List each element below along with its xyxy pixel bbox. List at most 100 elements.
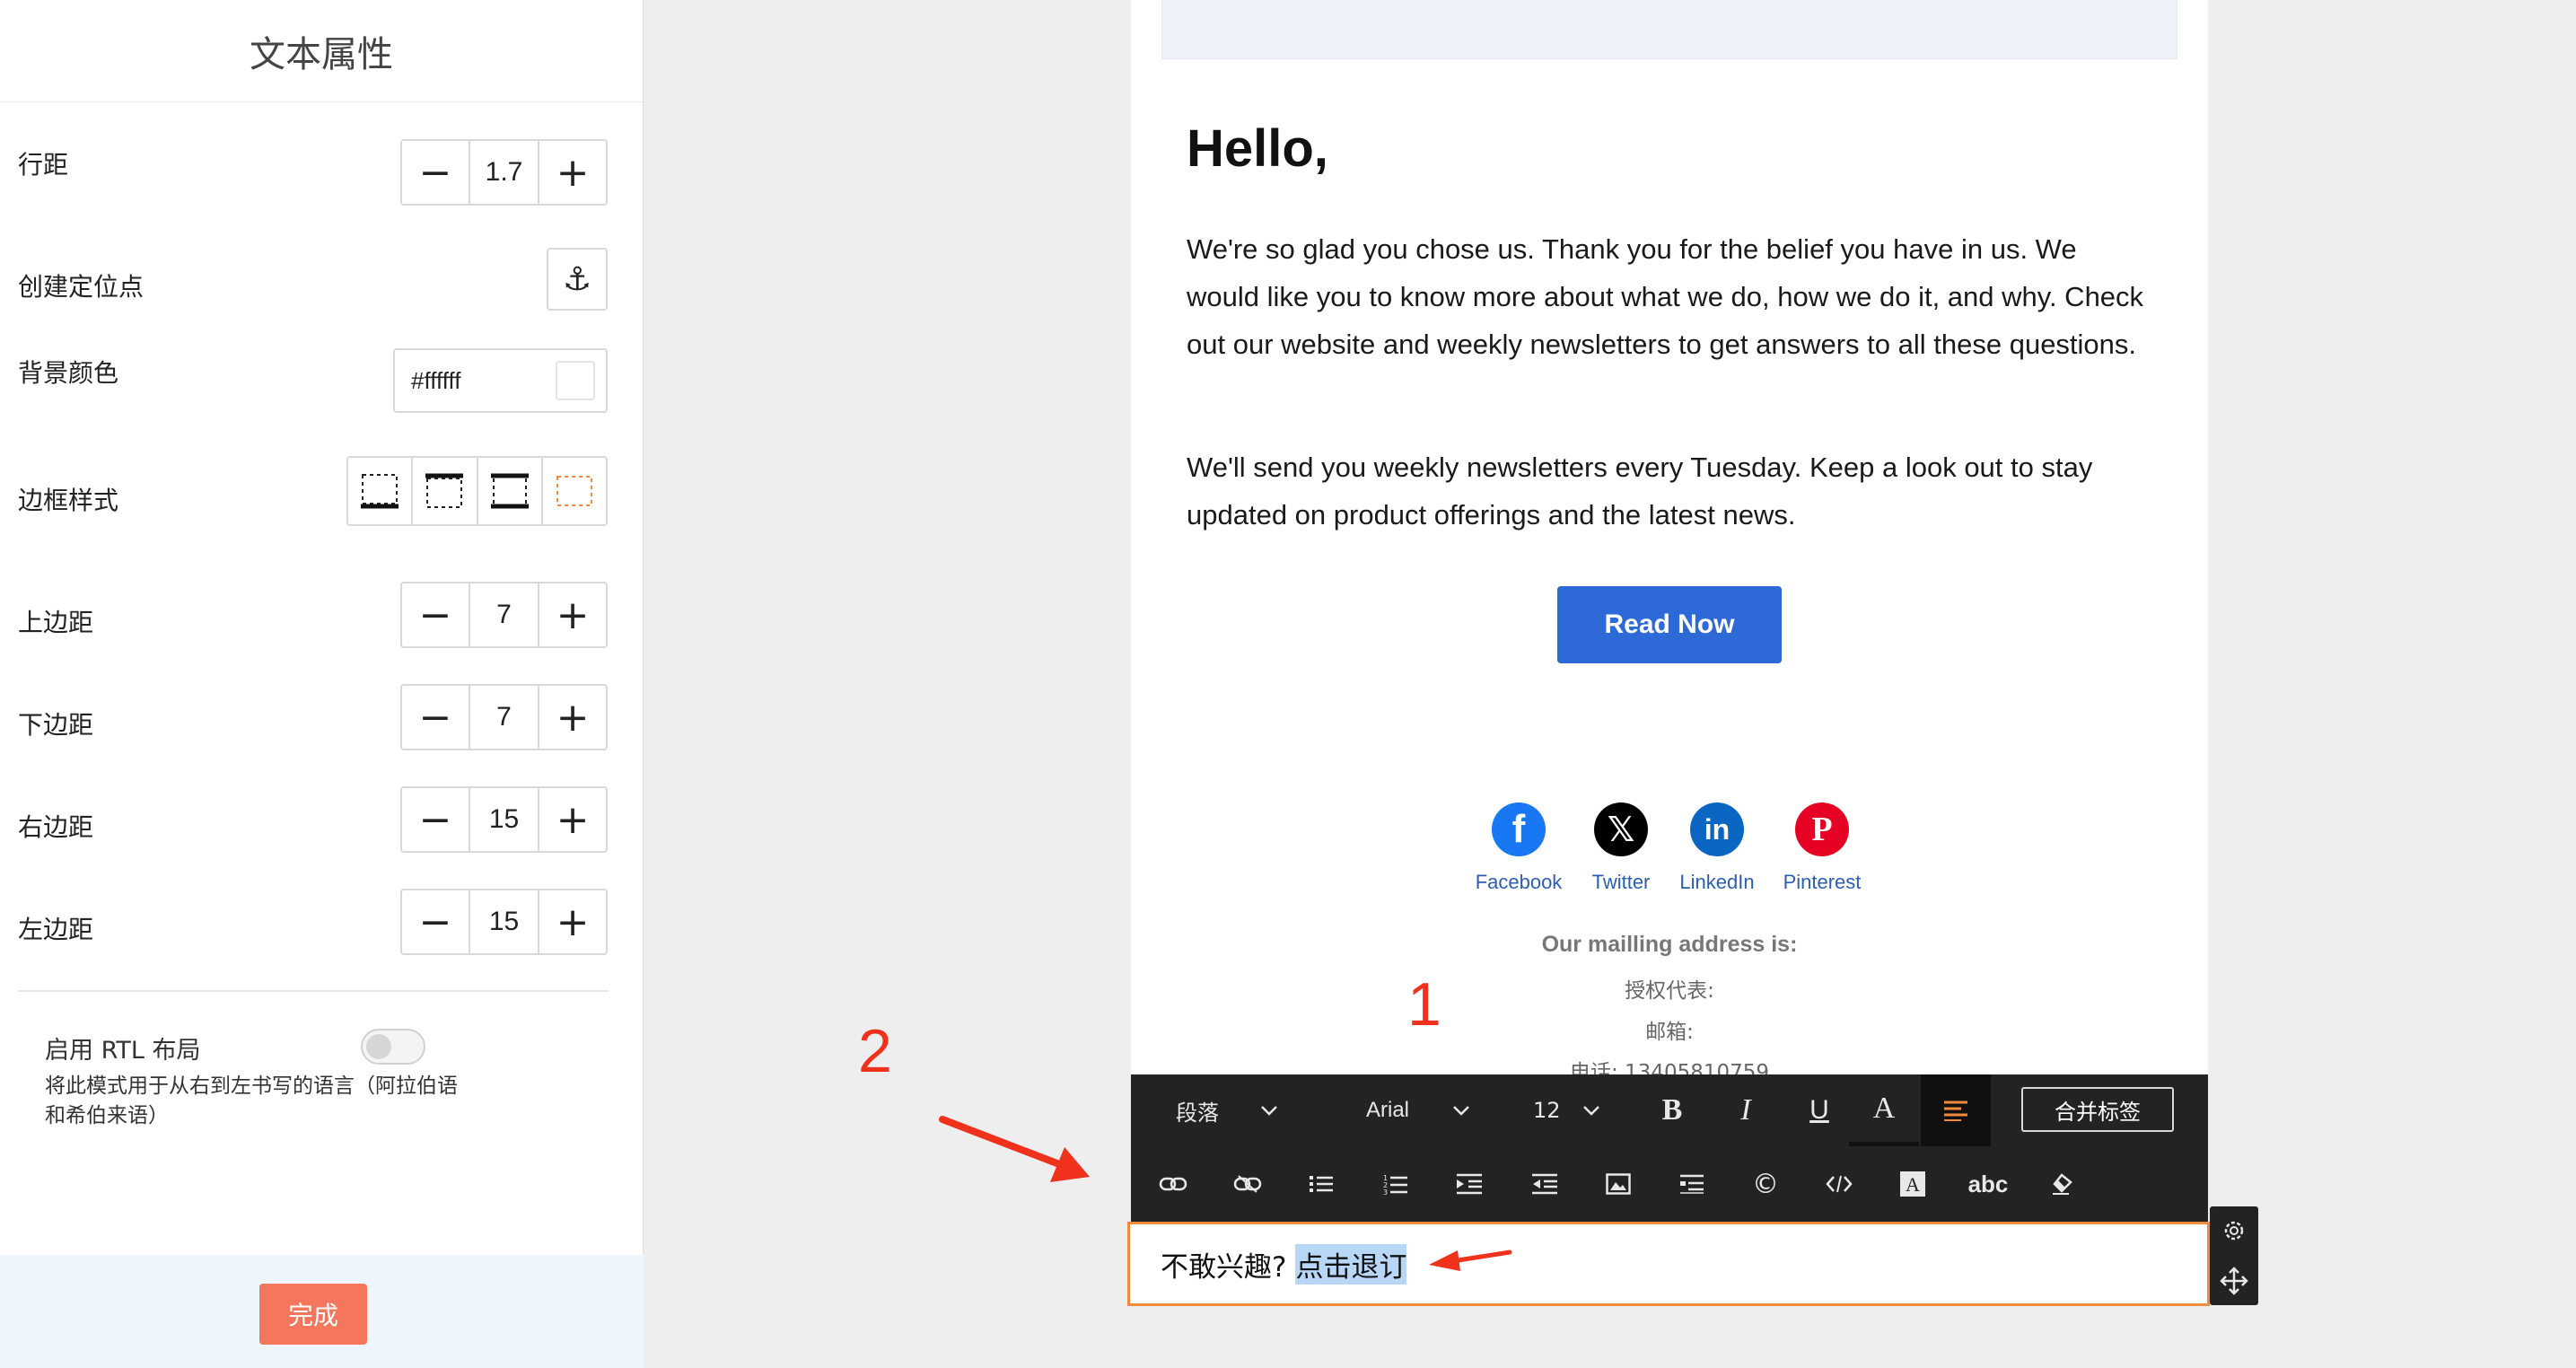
social-linkedin[interactable]: in LinkedIn: [1663, 802, 1771, 894]
underline-button[interactable]: U: [1793, 1091, 1845, 1130]
chevron-down-icon: [1261, 1106, 1277, 1116]
bullet-list-icon: [1310, 1176, 1333, 1192]
rtl-layout-label: 启用 RTL 布局: [45, 1037, 201, 1065]
padding-bottom-increase-button[interactable]: +: [539, 686, 606, 749]
email-paragraph-2[interactable]: We'll send you weekly newsletters every …: [1187, 443, 2156, 539]
padding-left-value[interactable]: 15: [469, 890, 539, 953]
padding-right-increase-button[interactable]: +: [539, 788, 606, 851]
border-style-bottom-option[interactable]: [348, 458, 414, 524]
background-color-input[interactable]: #ffffff: [393, 348, 608, 413]
italic-button[interactable]: I: [1720, 1091, 1772, 1130]
anchor-icon: ⚓: [562, 260, 592, 298]
strikethrough-button[interactable]: abc: [1957, 1166, 2020, 1202]
line-height-increase-button[interactable]: +: [539, 141, 606, 204]
clear-format-button[interactable]: [2039, 1166, 2084, 1202]
gear-icon: [2224, 1221, 2244, 1241]
source-code-button[interactable]: [1817, 1166, 1862, 1202]
padding-left-decrease-button[interactable]: −: [402, 890, 469, 953]
padding-right-decrease-button[interactable]: −: [402, 788, 469, 851]
social-pinterest[interactable]: P Pinterest: [1768, 802, 1876, 894]
padding-top-decrease-button[interactable]: −: [402, 583, 469, 646]
block-move-handle[interactable]: [2210, 1257, 2258, 1305]
line-height-value[interactable]: 1.7: [469, 141, 539, 204]
outdent-button[interactable]: [1522, 1166, 1567, 1202]
social-facebook[interactable]: f Facebook: [1465, 802, 1573, 894]
chevron-down-icon: [1453, 1106, 1469, 1116]
padding-bottom-decrease-button[interactable]: −: [402, 686, 469, 749]
clear-format-icon: [2053, 1173, 2072, 1195]
svg-text:A: A: [1906, 1173, 1920, 1196]
svg-text:3: 3: [1383, 1188, 1388, 1195]
align-left-button[interactable]: [1921, 1074, 1991, 1146]
padding-bottom-stepper: − 7 +: [400, 684, 608, 750]
padding-right-value[interactable]: 15: [469, 788, 539, 851]
indent-button[interactable]: [1447, 1166, 1492, 1202]
padding-bottom-value[interactable]: 7: [469, 686, 539, 749]
rtl-layout-toggle[interactable]: [361, 1029, 425, 1065]
toolbar-row-insert: 123 © A abc: [1131, 1146, 2208, 1222]
email-heading[interactable]: Hello,: [1187, 118, 1328, 179]
special-list-button[interactable]: [1669, 1166, 1714, 1202]
insert-image-button[interactable]: [1596, 1166, 1641, 1202]
padding-top-increase-button[interactable]: +: [539, 583, 606, 646]
create-anchor-label: 创建定位点: [18, 272, 145, 302]
social-label-linkedin: LinkedIn: [1679, 871, 1755, 893]
address-line-email[interactable]: 邮箱:: [1131, 1014, 2208, 1045]
panel-divider: [18, 990, 609, 992]
padding-left-label: 左边距: [18, 915, 94, 944]
padding-right-label: 右边距: [18, 812, 94, 842]
unlink-icon: [1233, 1175, 1262, 1193]
read-now-button[interactable]: Read Now: [1557, 586, 1782, 663]
border-style-top-option[interactable]: [413, 458, 478, 524]
text-background-icon: A: [1900, 1171, 1925, 1197]
unlink-button[interactable]: [1225, 1166, 1270, 1202]
numbered-list-icon: 123: [1383, 1174, 1407, 1195]
paragraph-format-value: 段落: [1176, 1100, 1219, 1126]
done-button[interactable]: 完成: [259, 1284, 367, 1345]
padding-left-increase-button[interactable]: +: [539, 890, 606, 953]
padding-left-stepper: − 15 +: [400, 889, 608, 955]
email-canvas: Hello, We're so glad you chose us. Thank…: [1131, 0, 2208, 1084]
mailing-address-title[interactable]: Our mailling address is:: [1131, 932, 2208, 958]
indent-icon: [1457, 1173, 1482, 1195]
email-paragraph-1[interactable]: We're so glad you chose us. Thank you fo…: [1187, 225, 2156, 368]
align-left-icon: [1944, 1101, 1967, 1121]
unsubscribe-text-block[interactable]: 不敢兴趣? 点击退订: [1127, 1222, 2210, 1306]
special-list-icon: [1680, 1174, 1704, 1194]
background-color-swatch[interactable]: [556, 361, 595, 400]
font-family-dropdown[interactable]: Arial: [1366, 1092, 1470, 1128]
social-twitter[interactable]: 𝕏 Twitter: [1567, 802, 1675, 894]
line-height-label: 行距: [18, 150, 69, 180]
address-line-representative[interactable]: 授权代表:: [1131, 973, 2208, 1004]
unsubscribe-prompt-text[interactable]: 不敢兴趣?: [1161, 1244, 1286, 1285]
block-settings-button[interactable]: [2210, 1206, 2258, 1255]
border-style-top-bottom-option[interactable]: [478, 458, 543, 524]
border-style-none-option[interactable]: [543, 458, 606, 524]
padding-top-label: 上边距: [18, 608, 94, 637]
social-label-pinterest: Pinterest: [1783, 871, 1862, 893]
background-color-value[interactable]: #ffffff: [411, 367, 460, 395]
bullet-list-button[interactable]: [1299, 1166, 1344, 1202]
move-icon: [2220, 1267, 2248, 1295]
font-size-dropdown[interactable]: 12: [1533, 1092, 1600, 1128]
padding-top-value[interactable]: 7: [469, 583, 539, 646]
header-banner-block[interactable]: [1161, 0, 2177, 59]
insert-link-button[interactable]: [1151, 1166, 1196, 1202]
merge-tags-button[interactable]: 合并标签: [2021, 1087, 2174, 1132]
text-properties-panel: 文本属性 行距 − 1.7 + 创建定位点 ⚓ 背景颜色 #ffffff 边框样…: [0, 0, 644, 1368]
text-color-button[interactable]: A: [1849, 1074, 1919, 1146]
unsubscribe-link-selected-text[interactable]: 点击退订: [1295, 1243, 1407, 1285]
paragraph-format-dropdown[interactable]: 段落: [1176, 1092, 1278, 1128]
special-character-button[interactable]: ©: [1743, 1166, 1788, 1202]
border-top-bottom-icon: [490, 473, 529, 509]
padding-bottom-label: 下边距: [18, 710, 94, 740]
text-background-button[interactable]: A: [1890, 1166, 1935, 1202]
line-height-decrease-button[interactable]: −: [402, 141, 469, 204]
link-icon: [1159, 1177, 1187, 1191]
numbered-list-button[interactable]: 123: [1373, 1166, 1418, 1202]
create-anchor-button[interactable]: ⚓: [547, 248, 608, 311]
facebook-icon: f: [1492, 802, 1546, 856]
toolbar-row-formatting: 段落 Arial 12 B I U A 合并标签: [1131, 1074, 2208, 1146]
padding-top-stepper: − 7 +: [400, 582, 608, 648]
bold-button[interactable]: B: [1646, 1091, 1698, 1130]
